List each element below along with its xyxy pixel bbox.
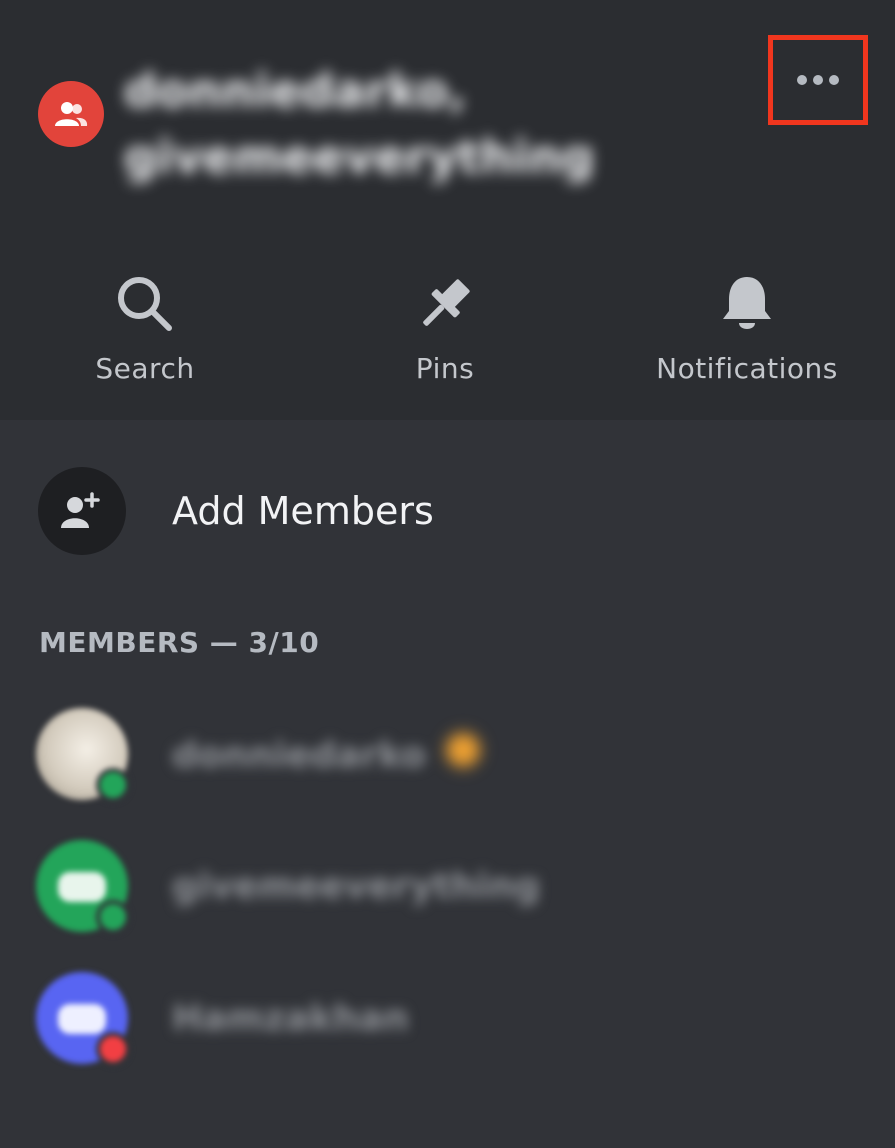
channel-header: donniedarko, givemeeverything Search Pin… <box>0 0 895 420</box>
owner-crown-icon <box>446 732 481 767</box>
notifications-label: Notifications <box>656 352 838 385</box>
avatar <box>36 708 130 802</box>
bell-icon <box>719 270 775 338</box>
add-members-button[interactable]: Add Members <box>38 467 858 555</box>
member-row[interactable]: Hamzakhan <box>36 970 856 1066</box>
pins-label: Pins <box>415 352 475 385</box>
online-status-icon <box>96 768 130 802</box>
group-users-icon <box>55 102 88 126</box>
group-name: donniedarko, givemeeverything <box>124 58 594 190</box>
pin-icon <box>414 270 476 338</box>
group-name-line2: givemeeverything <box>124 130 595 184</box>
members-section-header: MEMBERS — 3/10 <box>39 626 320 659</box>
member-name-text: donniedarko <box>172 734 427 776</box>
pins-button[interactable]: Pins <box>315 270 575 400</box>
more-options-button[interactable] <box>768 35 868 125</box>
online-status-icon <box>96 900 130 934</box>
notifications-button[interactable]: Notifications <box>617 270 877 400</box>
search-button[interactable]: Search <box>15 270 275 400</box>
search-icon <box>115 270 175 338</box>
add-members-label: Add Members <box>172 489 434 533</box>
member-name: givemeeverything <box>172 865 541 907</box>
ellipsis-icon <box>794 75 842 85</box>
member-name: Hamzakhan <box>172 997 409 1039</box>
group-name-line1: donniedarko, <box>124 64 467 118</box>
member-name: donniedarko <box>172 732 481 776</box>
add-members-avatar <box>38 467 126 555</box>
add-user-icon <box>61 492 100 528</box>
dnd-status-icon <box>96 1032 130 1066</box>
avatar <box>36 972 130 1066</box>
group-avatar <box>38 81 104 147</box>
search-label: Search <box>95 352 195 385</box>
member-row[interactable]: donniedarko <box>36 706 856 802</box>
member-row[interactable]: givemeeverything <box>36 838 856 934</box>
avatar <box>36 840 130 934</box>
